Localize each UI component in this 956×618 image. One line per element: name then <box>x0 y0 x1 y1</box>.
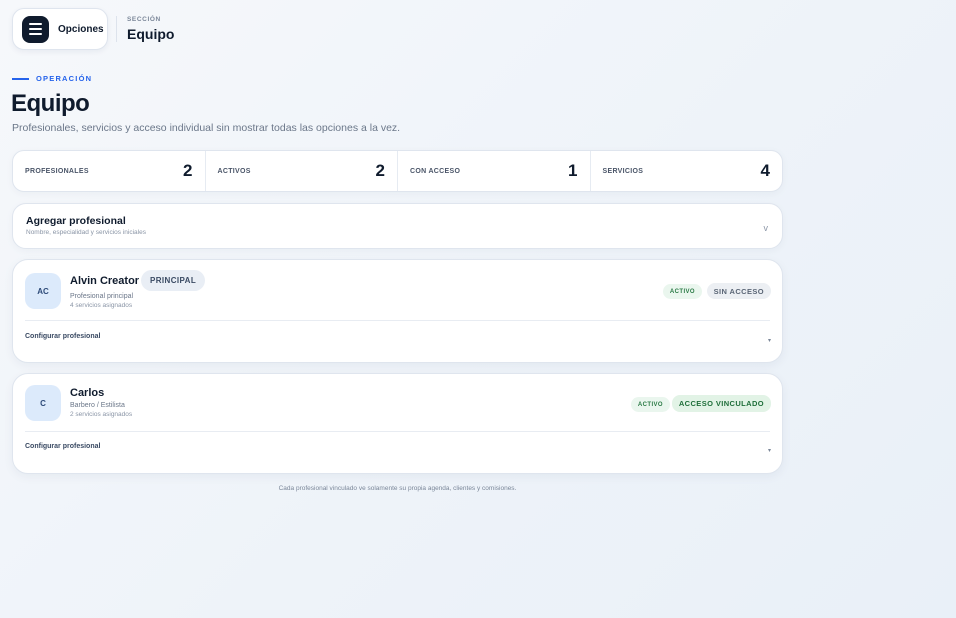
stat-label: SERVICIOS <box>602 167 644 175</box>
professional-card: C Carlos Barbero / Estilista 2 servicios… <box>12 373 783 474</box>
stat-active: ACTIVOS 2 <box>206 151 398 191</box>
stat-with-access: CON ACCESO 1 <box>398 151 591 191</box>
divider <box>116 16 117 42</box>
stat-label: PROFESIONALES <box>25 167 89 175</box>
stat-label: CON ACCESO <box>410 167 461 175</box>
eyebrow: OPERACIÓN <box>12 74 92 83</box>
stat-professionals: PROFESIONALES 2 <box>13 151 206 191</box>
configure-professional-button[interactable]: Configurar profesional <box>25 333 100 340</box>
chevron-down-icon: v <box>763 223 769 233</box>
options-button[interactable]: Opciones <box>12 8 108 50</box>
section-key: SECCIÓN <box>127 16 161 23</box>
access-badge: SIN ACCESO <box>706 283 771 299</box>
professional-role: Barbero / Estilista <box>70 402 125 409</box>
section-value: Equipo <box>127 26 175 42</box>
stat-value: 2 <box>183 161 193 180</box>
stat-label: ACTIVOS <box>217 167 251 175</box>
stat-value: 1 <box>568 161 578 180</box>
menu-icon <box>22 15 49 43</box>
card-divider <box>25 431 770 432</box>
status-badge: ACTIVO <box>662 284 702 299</box>
stat-value: 2 <box>375 161 385 180</box>
professional-card: AC Alvin Creator PRINCIPAL Profesional p… <box>12 259 783 363</box>
page-subtitle: Profesionales, servicios y acceso indivi… <box>12 122 401 134</box>
stats-bar: PROFESIONALES 2 ACTIVOS 2 CON ACCESO 1 S… <box>12 150 783 192</box>
chevron-down-icon: ▾ <box>767 448 771 454</box>
add-professional-subtitle: Nombre, especialidad y servicios inicial… <box>26 229 146 236</box>
card-divider <box>25 320 770 321</box>
professional-role: Profesional principal <box>70 293 134 300</box>
eyebrow-line <box>12 77 29 80</box>
professional-name: Alvin Creator <box>70 275 140 287</box>
professional-name: Carlos <box>70 387 105 399</box>
professional-services: 2 servicios asignados <box>70 411 133 418</box>
avatar: AC <box>25 273 61 309</box>
eyebrow-text: OPERACIÓN <box>36 74 93 83</box>
status-badge: ACTIVO <box>630 397 670 412</box>
options-label: Opciones <box>58 23 104 35</box>
professional-services: 4 servicios asignados <box>70 302 133 309</box>
page-title: Equipo <box>11 90 90 117</box>
chevron-down-icon: ▾ <box>767 338 771 344</box>
stat-value: 4 <box>760 161 770 180</box>
access-badge: ACCESO VINCULADO <box>671 395 771 412</box>
principal-badge: PRINCIPAL <box>141 270 206 291</box>
add-professional-toggle[interactable]: Agregar profesional Nombre, especialidad… <box>12 203 783 249</box>
stat-services: SERVICIOS 4 <box>591 151 783 191</box>
footer-note: Cada profesional vinculado ve solamente … <box>278 485 517 492</box>
add-professional-title: Agregar profesional <box>26 215 126 227</box>
configure-professional-button[interactable]: Configurar profesional <box>25 443 100 450</box>
avatar: C <box>25 385 61 421</box>
